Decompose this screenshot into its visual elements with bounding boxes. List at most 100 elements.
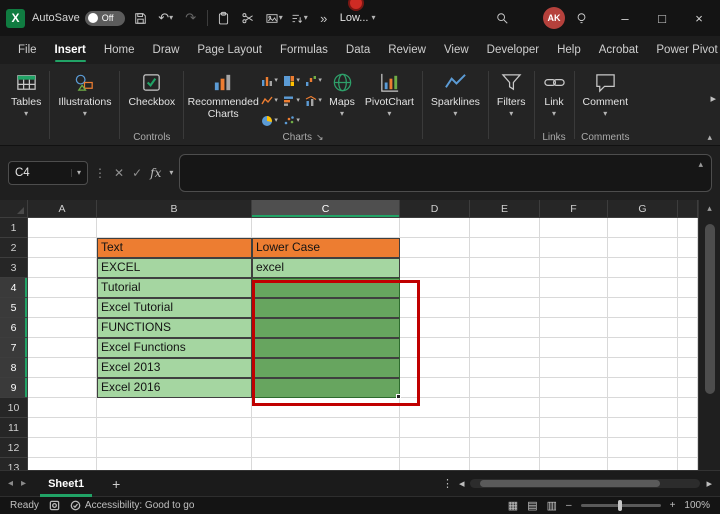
- cell-D3[interactable]: [400, 258, 470, 278]
- cell-A3[interactable]: [28, 258, 97, 278]
- save-button[interactable]: [132, 9, 150, 27]
- cell-13[interactable]: [678, 458, 698, 470]
- more-sheets-icon[interactable]: ⋮: [442, 477, 453, 490]
- cell-G5[interactable]: [608, 298, 678, 318]
- overflow-button[interactable]: »: [315, 9, 333, 27]
- cell-C5[interactable]: [252, 298, 400, 318]
- accessibility-status[interactable]: Accessibility: Good to go: [70, 500, 195, 511]
- cell-B2[interactable]: Text: [97, 238, 252, 258]
- cell-A10[interactable]: [28, 398, 97, 418]
- comment-button[interactable]: Comment ▾: [578, 67, 634, 118]
- cell-D11[interactable]: [400, 418, 470, 438]
- name-box[interactable]: C4 ▾: [8, 161, 88, 185]
- cell-A4[interactable]: [28, 278, 97, 298]
- cell-7[interactable]: [678, 338, 698, 358]
- cell-E11[interactable]: [470, 418, 540, 438]
- recommended-charts-button[interactable]: Recommended Charts: [187, 67, 259, 120]
- cell-G8[interactable]: [608, 358, 678, 378]
- column-chart-button[interactable]: ▾: [259, 71, 280, 90]
- confirm-entry-button[interactable]: ✓: [132, 166, 142, 180]
- cell-G7[interactable]: [608, 338, 678, 358]
- expand-formula-bar-button[interactable]: ▴: [698, 159, 703, 170]
- cell-G10[interactable]: [608, 398, 678, 418]
- autosave-switch[interactable]: Off: [85, 11, 125, 26]
- tab-file[interactable]: File: [10, 36, 45, 64]
- sparklines-button[interactable]: Sparklines ▾: [426, 67, 485, 118]
- cell-1[interactable]: [678, 218, 698, 238]
- cell-F2[interactable]: [540, 238, 608, 258]
- cell-2[interactable]: [678, 238, 698, 258]
- cell-C12[interactable]: [252, 438, 400, 458]
- cell-F12[interactable]: [540, 438, 608, 458]
- cell-G13[interactable]: [608, 458, 678, 470]
- tab-insert[interactable]: Insert: [47, 36, 94, 64]
- undo-button[interactable]: ↶ ▾: [157, 9, 175, 27]
- bar-chart-button[interactable]: ▾: [281, 91, 302, 110]
- row-header-8[interactable]: 8: [0, 358, 28, 378]
- tab-view[interactable]: View: [436, 36, 477, 64]
- maps-button[interactable]: Maps ▾: [324, 67, 360, 118]
- redo-button[interactable]: ↷: [182, 9, 200, 27]
- document-title-button[interactable]: Low... ▾: [340, 12, 376, 24]
- tab-page-layout[interactable]: Page Layout: [189, 36, 270, 64]
- cell-C10[interactable]: [252, 398, 400, 418]
- formula-input[interactable]: ▴: [179, 154, 712, 192]
- prev-sheet-button[interactable]: ◂: [8, 478, 13, 489]
- cell-B1[interactable]: [97, 218, 252, 238]
- cell-G12[interactable]: [608, 438, 678, 458]
- cell-D13[interactable]: [400, 458, 470, 470]
- tell-me-button[interactable]: [572, 9, 590, 27]
- cell-B4[interactable]: Tutorial: [97, 278, 252, 298]
- scroll-right-button[interactable]: ▸: [706, 477, 712, 490]
- hierarchy-chart-button[interactable]: ▾: [281, 71, 302, 90]
- normal-view-button[interactable]: ▦: [508, 499, 518, 512]
- cell-F8[interactable]: [540, 358, 608, 378]
- cell-B3[interactable]: EXCEL: [97, 258, 252, 278]
- vertical-scroll-thumb[interactable]: [705, 224, 715, 394]
- cell-E5[interactable]: [470, 298, 540, 318]
- row-header-1[interactable]: 1: [0, 218, 28, 238]
- cell-A9[interactable]: [28, 378, 97, 398]
- cell-10[interactable]: [678, 398, 698, 418]
- cell-D2[interactable]: [400, 238, 470, 258]
- cell-E1[interactable]: [470, 218, 540, 238]
- pie-chart-button[interactable]: ▾: [259, 111, 280, 130]
- cell-C1[interactable]: [252, 218, 400, 238]
- cell-D5[interactable]: [400, 298, 470, 318]
- cell-B6[interactable]: FUNCTIONS: [97, 318, 252, 338]
- cell-F4[interactable]: [540, 278, 608, 298]
- tab-power-pivot[interactable]: Power Pivot: [648, 36, 720, 64]
- tab-draw[interactable]: Draw: [145, 36, 188, 64]
- cell-C6[interactable]: [252, 318, 400, 338]
- sheet-grid[interactable]: ABCDEFG12TextLower Case3EXCELexcel4Tutor…: [0, 200, 698, 470]
- cell-E13[interactable]: [470, 458, 540, 470]
- cell-C2[interactable]: Lower Case: [252, 238, 400, 258]
- cell-D6[interactable]: [400, 318, 470, 338]
- cancel-entry-button[interactable]: ✕: [114, 166, 124, 180]
- column-header-B[interactable]: B: [97, 200, 252, 218]
- scroll-up-icon[interactable]: ▴: [707, 200, 712, 216]
- row-header-5[interactable]: 5: [0, 298, 28, 318]
- cell-F3[interactable]: [540, 258, 608, 278]
- zoom-slider-thumb[interactable]: [618, 500, 622, 511]
- cell-6[interactable]: [678, 318, 698, 338]
- cell-F5[interactable]: [540, 298, 608, 318]
- horizontal-scrollbar[interactable]: ⋮ ◂ ▸: [442, 477, 712, 490]
- cell-F1[interactable]: [540, 218, 608, 238]
- cell-A13[interactable]: [28, 458, 97, 470]
- cell-B10[interactable]: [97, 398, 252, 418]
- row-header-12[interactable]: 12: [0, 438, 28, 458]
- column-header-partial[interactable]: [678, 200, 698, 218]
- combo-chart-button[interactable]: ▾: [303, 91, 324, 110]
- tab-data[interactable]: Data: [338, 36, 378, 64]
- cell-B5[interactable]: Excel Tutorial: [97, 298, 252, 318]
- cell-G2[interactable]: [608, 238, 678, 258]
- tab-formulas[interactable]: Formulas: [272, 36, 336, 64]
- cell-A1[interactable]: [28, 218, 97, 238]
- cell-A6[interactable]: [28, 318, 97, 338]
- zoom-slider[interactable]: [581, 504, 661, 507]
- cell-F7[interactable]: [540, 338, 608, 358]
- tab-developer[interactable]: Developer: [479, 36, 547, 64]
- cell-F9[interactable]: [540, 378, 608, 398]
- select-all-corner[interactable]: [0, 200, 28, 218]
